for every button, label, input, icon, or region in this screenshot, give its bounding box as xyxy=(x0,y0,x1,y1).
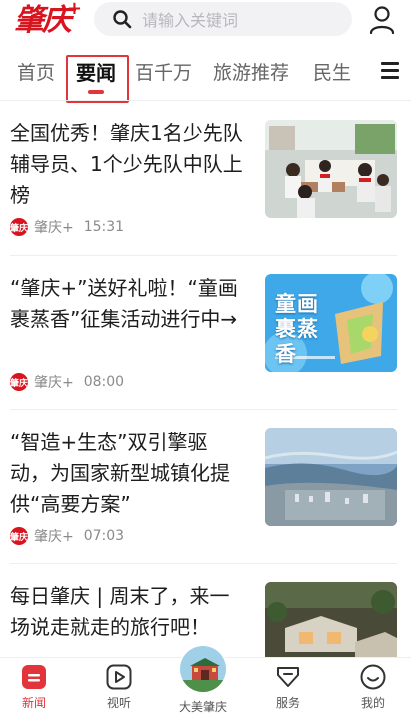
news-separator xyxy=(10,563,397,564)
bottom-navigation: 新闻 视听 大美肇庆 服务 我的 xyxy=(0,644,411,717)
search-placeholder: 请输入关键词 xyxy=(142,11,239,30)
thumbnail-caption: 童画裹蒸香 xyxy=(275,292,319,366)
news-icon xyxy=(22,665,46,689)
nav-service[interactable]: 服务 xyxy=(258,664,318,711)
news-time: 08:00 xyxy=(83,374,125,390)
active-tab-highlight xyxy=(66,55,129,103)
landmark-icon[interactable] xyxy=(178,644,228,694)
news-title[interactable]: 每日肇庆 | 周末了，来一场说走就走的旅行吧！ xyxy=(10,581,246,643)
news-title[interactable]: 全国优秀！肇庆1名少先队辅导员、1个少先队中队上榜 xyxy=(10,118,246,211)
tab-home[interactable]: 首页 xyxy=(17,54,55,94)
news-source: 肇庆+ xyxy=(34,529,74,545)
news-time: 15:31 xyxy=(83,219,125,235)
news-separator xyxy=(10,409,397,410)
menu-icon[interactable] xyxy=(381,62,399,79)
source-logo-icon: 肇庆 xyxy=(10,218,28,236)
news-meta: 肇庆 肇庆+ 15:31 xyxy=(10,217,124,237)
nav-profile[interactable]: 我的 xyxy=(343,664,403,711)
news-source: 肇庆+ xyxy=(34,220,74,236)
nav-label: 我的 xyxy=(360,696,385,710)
profile-icon xyxy=(360,664,386,690)
news-meta: 肇庆 肇庆+ 07:03 xyxy=(10,526,124,546)
source-logo-icon: 肇庆 xyxy=(10,527,28,545)
news-thumbnail[interactable]: 童画裹蒸香 xyxy=(265,274,397,372)
news-separator xyxy=(10,255,397,256)
tabs-divider xyxy=(0,100,411,101)
nav-beautiful-zhaoqing-label: 大美肇庆 xyxy=(178,700,227,714)
news-time: 07:03 xyxy=(83,528,125,544)
logo-text: 肇庆 xyxy=(14,3,72,38)
search-icon xyxy=(113,10,132,29)
active-tab-indicator xyxy=(88,90,104,94)
service-icon xyxy=(277,667,299,687)
nav-label: 视听 xyxy=(106,696,131,710)
news-thumbnail[interactable] xyxy=(265,428,397,526)
news-meta: 肇庆 肇庆+ 08:00 xyxy=(10,372,124,392)
tab-travel[interactable]: 旅游推荐 xyxy=(213,54,289,94)
logo-plus: + xyxy=(66,0,82,19)
nav-label: 服务 xyxy=(275,696,300,710)
nav-label: 新闻 xyxy=(21,696,46,710)
header: 肇庆 + 请输入关键词 xyxy=(0,0,411,42)
nav-audio-video[interactable]: 视听 xyxy=(89,664,149,711)
source-logo-icon: 肇庆 xyxy=(10,373,28,391)
news-title[interactable]: “智造+生态”双引擎驱动，为国家新型城镇化提供“高要方案” xyxy=(10,427,246,520)
news-thumbnail[interactable] xyxy=(265,582,397,662)
news-title[interactable]: “肇庆+”送好礼啦！“童画裹蒸香”征集活动进行中→ xyxy=(10,273,246,335)
channel-tabs: 首页 要闻 百千万 旅游推荐 民生 xyxy=(0,54,411,100)
news-source: 肇庆+ xyxy=(34,375,74,391)
tab-baiqianwan[interactable]: 百千万 xyxy=(135,54,192,94)
news-thumbnail[interactable] xyxy=(265,120,397,218)
tab-livelihood[interactable]: 民生 xyxy=(313,54,351,94)
user-icon[interactable] xyxy=(369,6,395,34)
play-icon xyxy=(106,664,132,690)
search-bar[interactable]: 请输入关键词 xyxy=(94,2,352,36)
app-logo[interactable]: 肇庆 + xyxy=(14,0,84,40)
nav-news[interactable]: 新闻 xyxy=(4,664,64,711)
